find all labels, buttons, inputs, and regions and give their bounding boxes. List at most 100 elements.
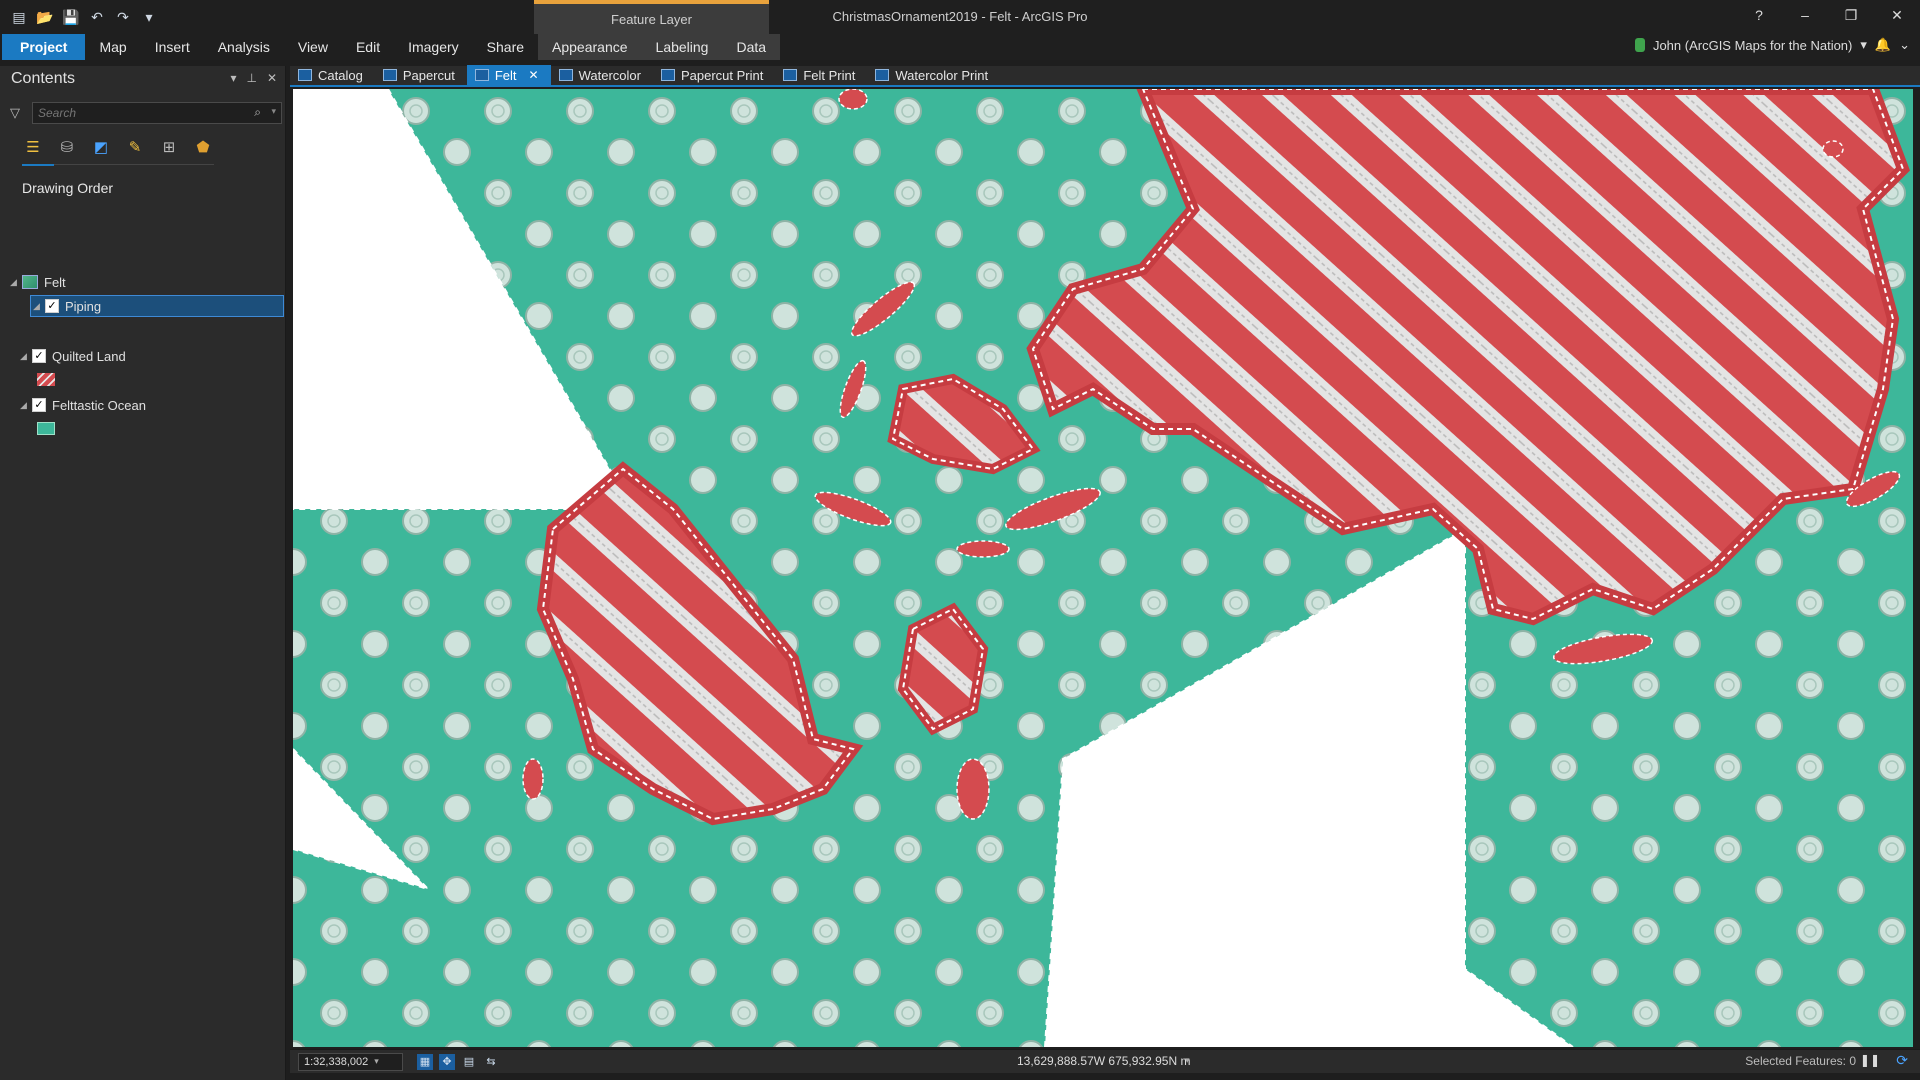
navigator-icon[interactable]: ✥ bbox=[439, 1053, 455, 1070]
user-area: John (ArcGIS Maps for the Nation) ▾ 🔔 ⌄ bbox=[1634, 37, 1910, 53]
pause-drawing-icon[interactable]: ❚❚ bbox=[1860, 1053, 1880, 1067]
list-by-editing-icon[interactable]: ✎ bbox=[124, 136, 146, 158]
tab-imagery[interactable]: Imagery bbox=[394, 34, 473, 60]
user-menu-caret-icon[interactable]: ▾ bbox=[1860, 37, 1867, 53]
pin-icon[interactable]: ⊥ bbox=[246, 71, 256, 85]
refresh-icon[interactable]: ⟳ bbox=[1896, 1052, 1908, 1069]
symbol-swatch-land[interactable] bbox=[37, 373, 55, 386]
list-by-labeling-icon[interactable]: ⬟ bbox=[192, 136, 214, 158]
contents-pane: Contents ▾ ⊥ ✕ ▽ ⌕ ▾ ☰ ⛁ ◩ ✎ ⊞ ⬟ Drawing… bbox=[0, 66, 286, 1080]
view-tab-papercut[interactable]: Papercut bbox=[375, 65, 467, 85]
collapse-arrow-icon[interactable]: ◢ bbox=[33, 301, 45, 312]
status-bar: 1:32,338,002 ▾ ▦ ✥ ▤ ⇆ 13,629,888.57W 67… bbox=[290, 1049, 1920, 1073]
customize-qat-icon[interactable]: ▾ bbox=[140, 8, 158, 26]
layer-visibility-checkbox[interactable]: ✓ bbox=[32, 349, 46, 363]
minimize-button[interactable]: – bbox=[1782, 0, 1828, 30]
quick-access-toolbar: ▤ 📂 💾 ↶ ↷ ▾ bbox=[10, 8, 158, 26]
user-status-icon bbox=[1634, 38, 1645, 52]
divider bbox=[54, 164, 214, 165]
pane-controls: ▾ ⊥ ✕ bbox=[230, 71, 277, 85]
map-tab-icon bbox=[474, 69, 489, 81]
search-options-icon[interactable]: ▾ bbox=[271, 106, 276, 117]
view-tab-catalog[interactable]: Catalog bbox=[290, 65, 375, 85]
tab-data[interactable]: Data bbox=[722, 34, 781, 60]
layer-visibility-checkbox[interactable]: ✓ bbox=[32, 398, 46, 412]
map-view[interactable] bbox=[293, 89, 1913, 1047]
ribbon-tabs: Project Map Insert Analysis View Edit Im… bbox=[0, 34, 781, 60]
tab-insert[interactable]: Insert bbox=[141, 34, 204, 60]
catalog-icon bbox=[298, 69, 312, 81]
undo-icon[interactable]: ↶ bbox=[88, 8, 106, 26]
filter-icon[interactable]: ▽ bbox=[10, 105, 24, 121]
open-icon[interactable]: 📂 bbox=[36, 8, 54, 26]
view-tabs: Catalog Papercut Felt ✕ Watercolor Paperc… bbox=[290, 65, 1920, 87]
close-pane-icon[interactable]: ✕ bbox=[267, 71, 277, 85]
contents-view-toolbar: ☰ ⛁ ◩ ✎ ⊞ ⬟ bbox=[22, 136, 214, 158]
list-by-snapping-icon[interactable]: ⊞ bbox=[158, 136, 180, 158]
view-tab-felt[interactable]: Felt ✕ bbox=[466, 65, 551, 85]
collapse-arrow-icon[interactable]: ◢ bbox=[20, 351, 32, 362]
tab-edit[interactable]: Edit bbox=[342, 34, 394, 60]
list-by-drawing-order-icon[interactable]: ☰ bbox=[22, 136, 44, 158]
map-graphic bbox=[293, 89, 1913, 1047]
notification-bell-icon[interactable]: 🔔 bbox=[1875, 37, 1891, 53]
selected-features-count[interactable]: Selected Features: 0 bbox=[1745, 1054, 1856, 1068]
collapse-arrow-icon[interactable]: ◢ bbox=[20, 400, 32, 411]
active-view-indicator bbox=[22, 164, 54, 166]
project-icon[interactable]: ▤ bbox=[10, 8, 28, 26]
view-tab-felt-print[interactable]: Felt Print bbox=[775, 65, 867, 85]
layout-tab-icon bbox=[875, 69, 890, 81]
chevron-down-icon[interactable]: ▾ bbox=[374, 1056, 379, 1067]
search-row: ▽ ⌕ ▾ bbox=[10, 102, 282, 124]
layout-tab-icon bbox=[783, 69, 798, 81]
tab-appearance[interactable]: Appearance bbox=[538, 34, 642, 60]
close-tab-icon[interactable]: ✕ bbox=[529, 68, 539, 82]
map-name: Felt bbox=[44, 274, 66, 290]
tree-map-item[interactable]: ◢ Felt bbox=[10, 271, 66, 293]
window-title: ChristmasOrnament2019 - Felt - ArcGIS Pr… bbox=[832, 9, 1088, 24]
save-icon[interactable]: 💾 bbox=[62, 8, 80, 26]
tab-analysis[interactable]: Analysis bbox=[204, 34, 284, 60]
tab-project[interactable]: Project bbox=[2, 34, 86, 60]
window-controls: ? – ❐ ✕ bbox=[1736, 0, 1920, 34]
restore-button[interactable]: ❐ bbox=[1828, 0, 1874, 30]
tab-map[interactable]: Map bbox=[85, 34, 140, 60]
ribbon-collapse-chevron-icon[interactable]: ⌄ bbox=[1899, 37, 1910, 53]
pan-icon[interactable]: ⇆ bbox=[483, 1054, 499, 1070]
layer-name: Quilted Land bbox=[52, 348, 126, 364]
collapse-arrow-icon[interactable]: ◢ bbox=[10, 277, 22, 288]
user-name[interactable]: John (ArcGIS Maps for the Nation) bbox=[1653, 38, 1852, 53]
list-by-data-source-icon[interactable]: ⛁ bbox=[56, 136, 78, 158]
ribbon: Project Map Insert Analysis View Edit Im… bbox=[0, 34, 1920, 60]
symbol-swatch-ocean[interactable] bbox=[37, 422, 55, 435]
layer-name: Piping bbox=[65, 298, 102, 314]
tab-view[interactable]: View bbox=[284, 34, 342, 60]
coordinates-readout: 13,629,888.57W 675,932.95N m bbox=[1017, 1054, 1191, 1068]
search-icon[interactable]: ⌕ bbox=[254, 105, 261, 120]
list-by-selection-icon[interactable]: ◩ bbox=[90, 136, 112, 158]
layer-row-quilted-land[interactable]: ◢ ✓ Quilted Land bbox=[20, 345, 126, 367]
view-tab-watercolor-print[interactable]: Watercolor Print bbox=[867, 65, 1000, 85]
grid-icon[interactable]: ▤ bbox=[461, 1054, 477, 1070]
layer-row-piping[interactable]: ◢ ✓ Piping bbox=[30, 295, 284, 317]
scale-combobox[interactable]: 1:32,338,002 ▾ bbox=[298, 1052, 403, 1071]
redo-icon[interactable]: ↷ bbox=[114, 8, 132, 26]
chevron-down-icon[interactable]: ▾ bbox=[1185, 1055, 1190, 1066]
layout-tab-icon bbox=[660, 69, 675, 81]
map-tab-icon bbox=[558, 69, 573, 81]
tab-labeling[interactable]: Labeling bbox=[641, 34, 723, 60]
search-input[interactable] bbox=[33, 103, 243, 123]
search-box: ⌕ ▾ bbox=[32, 102, 282, 124]
map-icon bbox=[22, 275, 38, 289]
view-tab-papercut-print[interactable]: Papercut Print bbox=[653, 65, 775, 85]
tab-share[interactable]: Share bbox=[473, 34, 538, 60]
close-window-button[interactable]: ✕ bbox=[1874, 0, 1920, 30]
layer-row-felttastic-ocean[interactable]: ◢ ✓ Felttastic Ocean bbox=[20, 394, 146, 416]
drawing-order-heading: Drawing Order bbox=[22, 180, 114, 196]
help-button[interactable]: ? bbox=[1736, 0, 1782, 30]
pane-options-icon[interactable]: ▾ bbox=[230, 71, 236, 85]
fixed-zoom-icon[interactable]: ▦ bbox=[417, 1053, 433, 1070]
layer-visibility-checkbox[interactable]: ✓ bbox=[45, 299, 59, 313]
view-tab-watercolor[interactable]: Watercolor bbox=[551, 65, 653, 85]
title-bar: ▤ 📂 💾 ↶ ↷ ▾ Feature Layer ChristmasOrnam… bbox=[0, 0, 1920, 34]
